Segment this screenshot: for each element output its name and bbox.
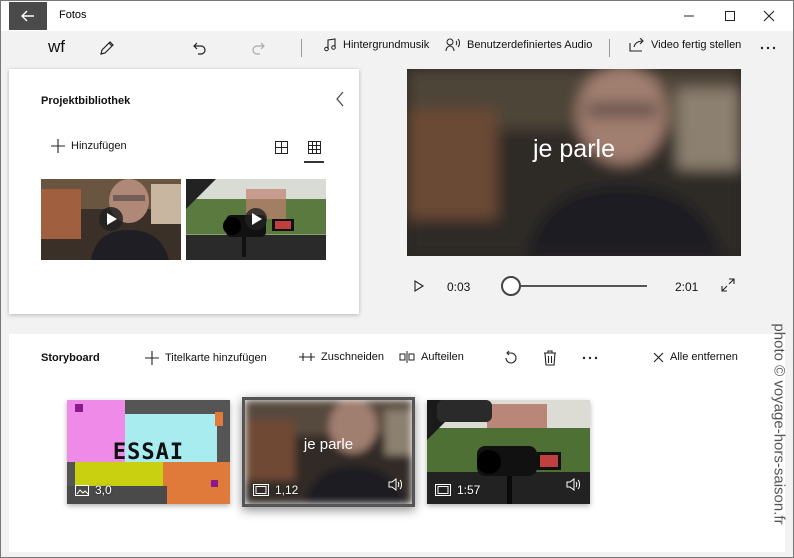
video-preview[interactable]: je parle	[407, 69, 741, 256]
app-title: Fotos	[59, 9, 87, 21]
preview-caption: je parle	[533, 135, 615, 163]
undo-button[interactable]	[189, 37, 211, 59]
clip-duration: 1:57	[435, 483, 480, 497]
trim-icon	[299, 353, 315, 361]
toolbar-divider	[609, 39, 610, 57]
small-grid-view-button[interactable]	[306, 139, 322, 155]
expand-icon	[721, 278, 735, 292]
image-icon	[75, 484, 89, 496]
plus-icon	[51, 139, 65, 153]
add-title-card-button[interactable]: Titelkarte hinzufügen	[145, 351, 267, 365]
split-icon	[399, 351, 415, 363]
library-thumbnail[interactable]	[41, 179, 181, 260]
add-media-label: Hinzufügen	[71, 140, 127, 152]
background-music-label: Hintergrundmusik	[343, 39, 430, 51]
person-audio-icon	[445, 38, 460, 52]
toolbar-divider	[301, 39, 302, 57]
close-icon	[763, 10, 775, 22]
photos-app-window: Fotos wf Hintergrundmusik Benutzerdefini…	[0, 0, 794, 558]
redo-icon	[252, 42, 265, 55]
background-music-button[interactable]: Hintergrundmusik	[323, 38, 429, 52]
person-in-car-thumbnail	[41, 179, 181, 260]
dashboard-camera-thumbnail	[186, 179, 326, 260]
project-name[interactable]: wf	[48, 37, 65, 57]
trash-icon	[544, 350, 556, 366]
video-clip-icon	[435, 484, 451, 496]
speaker-icon	[566, 478, 580, 491]
minimize-button[interactable]	[675, 5, 703, 27]
maximize-button[interactable]	[716, 5, 744, 27]
clip-volume-button[interactable]	[388, 478, 404, 496]
custom-audio-button[interactable]: Benutzerdefiniertes Audio	[445, 38, 592, 52]
storyboard-more-button[interactable]	[581, 349, 599, 367]
finish-video-button[interactable]: Video fertig stellen	[629, 38, 741, 52]
speaker-icon	[388, 478, 402, 491]
pencil-icon	[100, 41, 114, 55]
close-icon	[653, 352, 664, 362]
maximize-icon	[725, 11, 735, 21]
remove-all-button[interactable]: Alle entfernen	[653, 351, 738, 363]
trim-button[interactable]: Zuschneiden	[299, 351, 384, 363]
storyboard-clip-title-card[interactable]: ESSAI 3,0	[67, 400, 230, 504]
expand-preview-button[interactable]	[721, 278, 735, 297]
collapse-library-button[interactable]	[335, 91, 345, 112]
library-title: Projektbibliothek	[41, 95, 131, 107]
playback-controls: 0:03 2:01	[407, 271, 747, 301]
large-grid-view-button[interactable]	[273, 139, 289, 155]
chevron-left-icon	[336, 91, 344, 107]
add-title-card-label: Titelkarte hinzufügen	[165, 352, 267, 364]
more-options-button[interactable]	[757, 37, 779, 59]
remove-all-label: Alle entfernen	[670, 351, 738, 363]
grid-large-icon	[274, 140, 288, 154]
active-view-indicator	[304, 161, 324, 163]
storyboard-panel: Storyboard Titelkarte hinzufügen Zuschne…	[9, 334, 785, 552]
plus-icon	[145, 351, 159, 365]
share-export-icon	[629, 38, 644, 52]
project-library-panel: Projektbibliothek Hinzufügen	[9, 69, 359, 314]
seek-handle[interactable]	[500, 276, 521, 296]
minimize-icon	[684, 15, 694, 17]
back-arrow-icon	[21, 10, 34, 22]
close-button[interactable]	[755, 5, 783, 27]
split-button[interactable]: Aufteilen	[399, 351, 464, 363]
clip-duration: 3,0	[75, 483, 112, 497]
total-time: 2:01	[675, 280, 699, 294]
title-bar: Fotos	[1, 1, 793, 31]
rotate-icon	[505, 350, 517, 364]
toolbar: wf Hintergrundmusik Benutzerdefiniertes …	[1, 31, 793, 65]
split-label: Aufteilen	[421, 351, 464, 363]
more-dots-icon	[760, 46, 776, 50]
current-time: 0:03	[447, 280, 471, 294]
more-dots-icon	[582, 356, 598, 360]
delete-button[interactable]	[541, 349, 559, 367]
play-icon	[414, 280, 425, 292]
storyboard-title: Storyboard	[41, 352, 100, 364]
clip-volume-button[interactable]	[566, 478, 582, 496]
video-clip-icon	[253, 484, 269, 496]
storyboard-clip-video-selected[interactable]: je parle 1,12	[242, 397, 415, 507]
grid-small-icon	[307, 140, 321, 154]
title-card-text: ESSAI	[112, 440, 185, 465]
redo-button[interactable]	[247, 37, 269, 59]
clip-caption: je parle	[303, 436, 354, 453]
clip-duration: 1,12	[253, 483, 298, 497]
finish-video-label: Video fertig stellen	[651, 39, 742, 51]
undo-icon	[193, 42, 206, 55]
storyboard-clip-video[interactable]: 1:57	[427, 400, 590, 504]
rotate-button[interactable]	[502, 349, 520, 367]
trim-label: Zuschneiden	[321, 351, 384, 363]
back-button[interactable]	[9, 2, 47, 30]
rename-button[interactable]	[96, 37, 118, 59]
add-media-button[interactable]: Hinzufügen	[51, 139, 127, 153]
library-thumbnail[interactable]	[186, 179, 326, 260]
seek-bar[interactable]	[507, 285, 647, 287]
photo-watermark: photo © voyage-hors-saison.fr	[770, 323, 788, 525]
music-note-icon	[324, 38, 336, 52]
play-button[interactable]	[413, 279, 425, 297]
custom-audio-label: Benutzerdefiniertes Audio	[467, 39, 593, 51]
